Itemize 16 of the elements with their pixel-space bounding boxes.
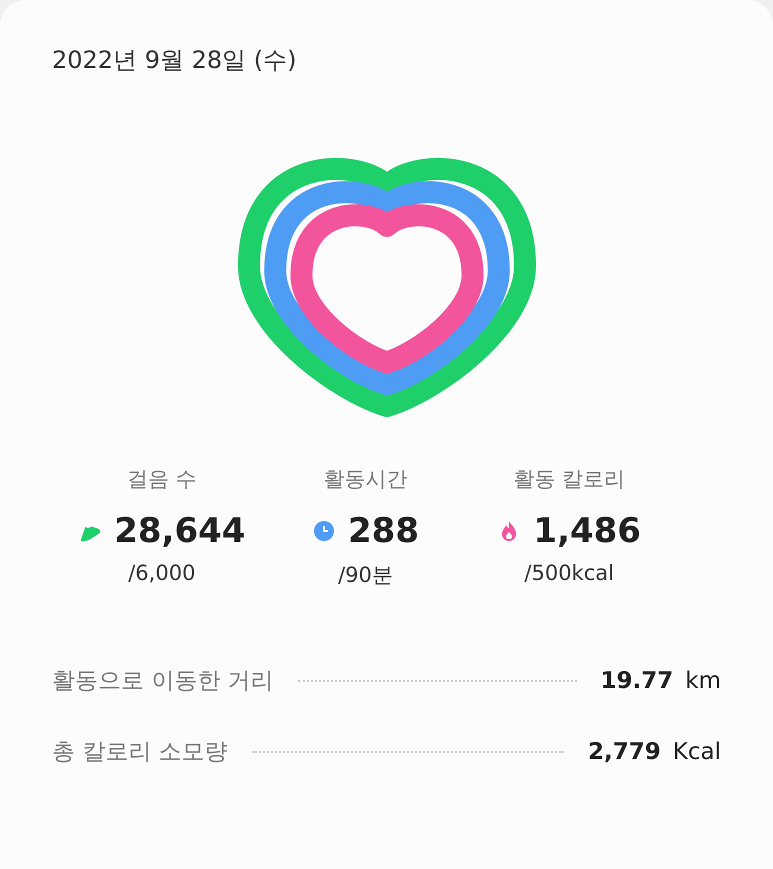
summary-label: 총 칼로리 소모량 [52, 738, 228, 767]
summary-label: 활동으로 이동한 거리 [52, 667, 274, 696]
stat-goal: /500kcal [524, 561, 614, 585]
stat-value: 28,644 [114, 511, 246, 551]
stat-value: 288 [348, 511, 419, 551]
stat-value: 1,486 [533, 511, 641, 551]
summary-unit: Kcal [672, 738, 721, 764]
stat-label: 걸음 수 [126, 466, 197, 493]
stat-goal: /6,000 [128, 561, 196, 585]
stat-goal: /90분 [338, 562, 393, 589]
summary-value: 2,779 [588, 738, 661, 764]
summary-unit: km [685, 668, 721, 694]
date-title: 2022년 9월 28일 (수) [52, 45, 298, 76]
stat-label: 활동시간 [324, 466, 408, 493]
summary-value: 19.77 [600, 668, 674, 694]
stat-label: 활동 칼로리 [513, 466, 626, 493]
